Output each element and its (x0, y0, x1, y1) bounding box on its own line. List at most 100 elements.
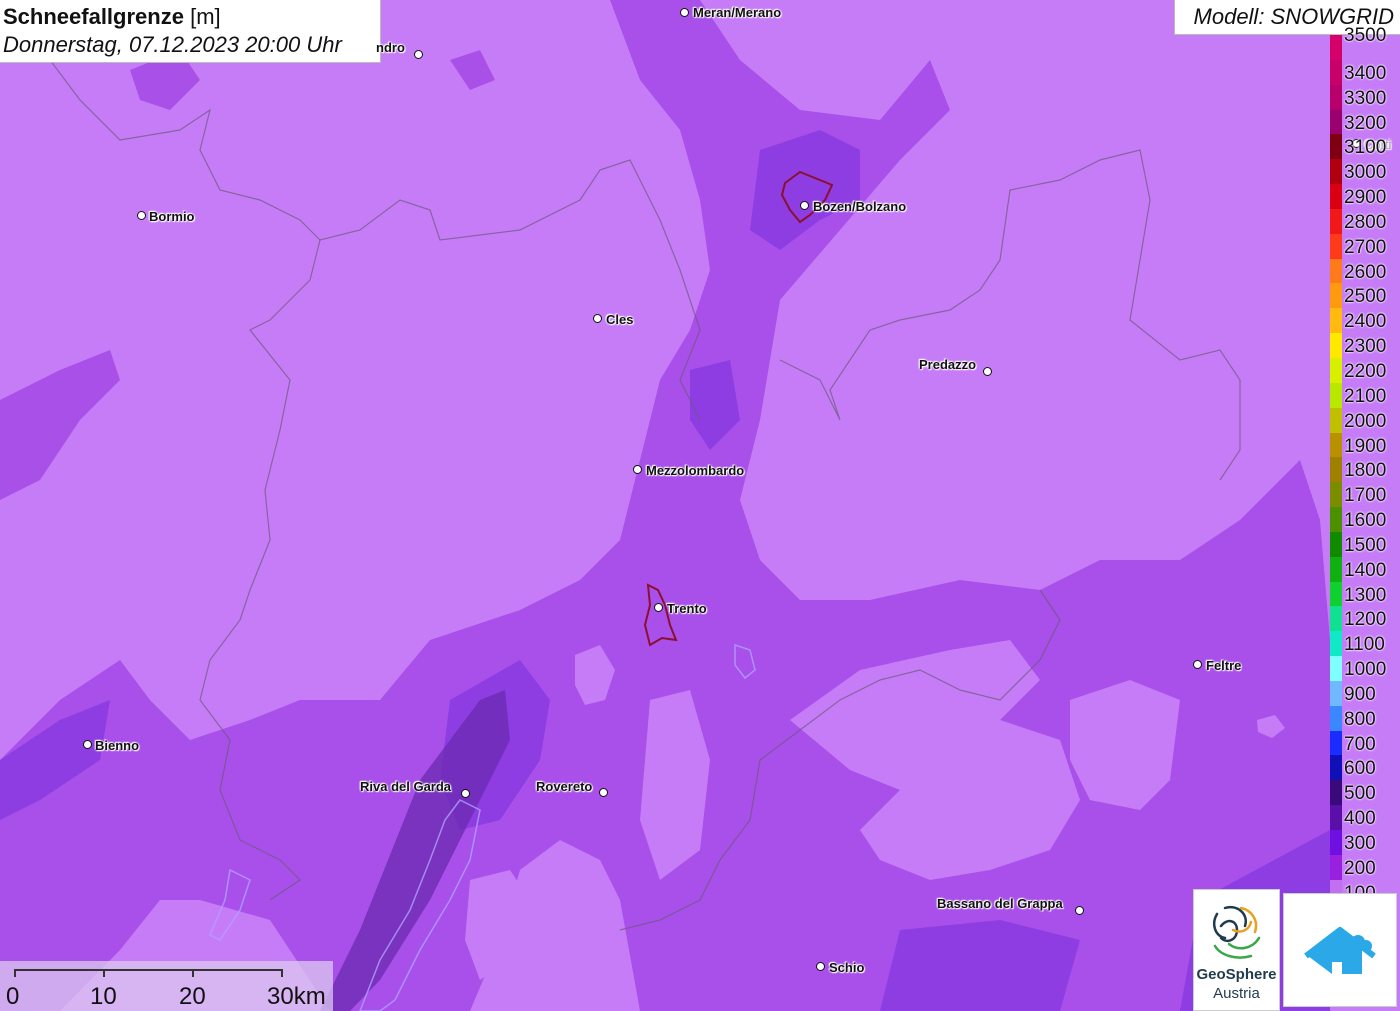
legend-swatch (1330, 109, 1342, 135)
legend-swatch (1330, 531, 1342, 557)
city-marker[interactable] (633, 465, 642, 474)
city-label: Bassano del Grappa (937, 896, 1063, 911)
legend-swatch (1330, 258, 1342, 284)
legend-label: 700 (1344, 733, 1376, 755)
legend-label: 1500 (1344, 534, 1387, 556)
city-marker[interactable] (414, 50, 423, 59)
legend-swatch (1330, 308, 1342, 334)
city-marker[interactable] (983, 367, 992, 376)
city-marker[interactable] (83, 740, 92, 749)
city-label: Bienno (95, 738, 140, 753)
legend-swatch (1330, 656, 1342, 681)
legend-row: 2100 (1330, 382, 1400, 408)
city-label: Predazzo (919, 357, 977, 372)
legend-row: 1600 (1330, 507, 1400, 532)
scale-label-30km: 30km (267, 983, 326, 1010)
legend-row: 1800 (1330, 457, 1400, 483)
city-marker[interactable] (461, 789, 470, 798)
legend-row: 2400 (1330, 308, 1400, 334)
legend-label: 1400 (1344, 559, 1387, 581)
legend-row: 1100 (1330, 631, 1400, 657)
legend-row: 500 (1330, 780, 1400, 806)
legend-label: 2000 (1344, 410, 1387, 432)
legend-swatch (1330, 407, 1342, 433)
legend-label: 3400 (1344, 62, 1387, 84)
scale-label-20: 20 (179, 983, 206, 1010)
legend-row: 700 (1330, 730, 1400, 756)
legend-label: 200 (1344, 857, 1376, 879)
legend-label: 2200 (1344, 360, 1387, 382)
city-label: Riva del Garda (360, 779, 452, 794)
geosphere-swirl-icon (1213, 905, 1261, 959)
legend-row: 3200 (1330, 109, 1400, 135)
legend-swatch (1330, 680, 1342, 706)
legend-label: 600 (1344, 758, 1376, 780)
legend-swatch (1330, 631, 1342, 657)
legend-label: 2600 (1344, 261, 1387, 283)
legend-label: 2800 (1344, 211, 1387, 233)
legend-swatch (1330, 755, 1342, 781)
legend-label: 3200 (1344, 112, 1387, 134)
city-label: Cles (606, 312, 634, 327)
legend-swatch (1330, 780, 1342, 806)
legend-row: 600 (1330, 755, 1400, 781)
legend-label: 1700 (1344, 485, 1387, 507)
snowfall-map[interactable] (0, 0, 1400, 1011)
legend-label: 300 (1344, 833, 1376, 854)
city-marker[interactable] (1075, 906, 1084, 915)
legend-label: 800 (1344, 708, 1376, 730)
scale-tick (14, 969, 16, 977)
geosphere-logo[interactable]: GeoSphere Austria (1193, 889, 1280, 1011)
legend-label: 2400 (1344, 311, 1387, 333)
legend-label: 3000 (1344, 162, 1387, 184)
geosphere-name: GeoSphere (1196, 966, 1277, 983)
legend-label: 1800 (1344, 460, 1387, 482)
legend-row: 3100 (1330, 134, 1400, 160)
legend-label: 2300 (1344, 336, 1387, 358)
legend-swatch (1330, 382, 1342, 408)
city-marker[interactable] (800, 201, 809, 210)
map-datetime: Donnerstag, 07.12.2023 20:00 Uhr (3, 32, 342, 57)
city-marker[interactable] (816, 962, 825, 971)
legend-swatch (1330, 556, 1342, 582)
legend-swatch (1330, 134, 1342, 160)
city-label: Mezzolombardo (646, 463, 745, 478)
legend-row: 1000 (1330, 656, 1400, 681)
legend-label: 900 (1344, 683, 1376, 705)
title-panel: Schneefallgrenze [m] Donnerstag, 07.12.2… (0, 0, 381, 63)
legend-row: 200 (1330, 854, 1400, 880)
legend-row: 2200 (1330, 357, 1400, 383)
legend-label: 1900 (1344, 435, 1387, 457)
legend-swatch (1330, 854, 1342, 880)
city-marker[interactable] (1193, 660, 1202, 669)
legend-swatch (1330, 705, 1342, 731)
city-marker[interactable] (680, 8, 689, 17)
city-marker[interactable] (599, 788, 608, 797)
city-marker[interactable] (137, 211, 146, 220)
legend-row: 300 (1330, 830, 1400, 855)
legend-label: 1200 (1344, 609, 1387, 631)
legend-swatch (1330, 457, 1342, 483)
city-marker[interactable] (654, 603, 663, 612)
map-title: Schneefallgrenze [m] (3, 4, 221, 29)
legend-swatch (1330, 805, 1342, 830)
legend-swatch (1330, 283, 1342, 309)
legend-row: 2300 (1330, 333, 1400, 358)
legend-swatch (1330, 35, 1342, 60)
legend-row: 1300 (1330, 581, 1400, 607)
legend-row: 2800 (1330, 208, 1400, 234)
legend-row: 900 (1330, 680, 1400, 706)
legend-row: 3300 (1330, 84, 1400, 110)
geosphere-country: Austria (1213, 985, 1260, 1002)
scale-tick (281, 969, 283, 977)
scale-tick (103, 969, 105, 977)
city-label: Feltre (1206, 658, 1242, 673)
app-logo[interactable] (1283, 893, 1397, 1007)
legend-swatch (1330, 581, 1342, 607)
legend-row: 2600 (1330, 258, 1400, 284)
legend-swatch (1330, 606, 1342, 632)
city-marker[interactable] (593, 314, 602, 323)
scale-tick (192, 969, 194, 977)
legend-label: 1100 (1344, 634, 1385, 656)
legend-row: 3400 (1330, 59, 1400, 85)
